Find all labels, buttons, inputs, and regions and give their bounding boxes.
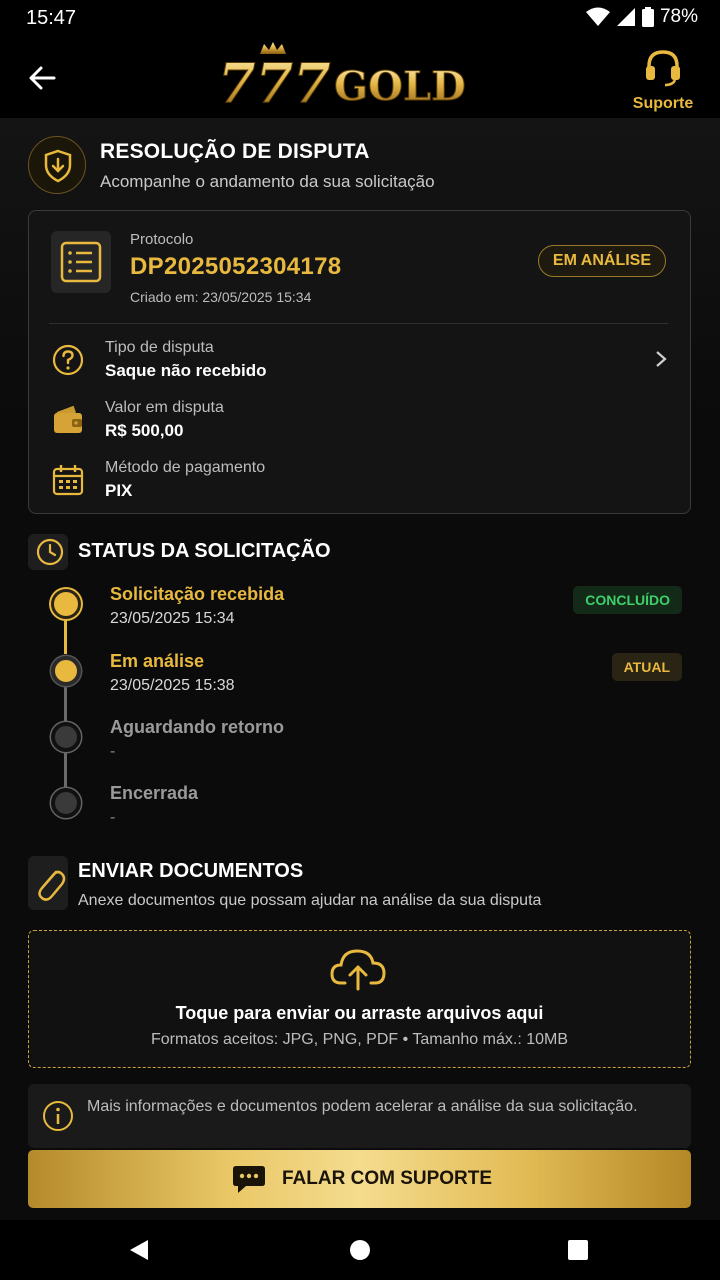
timeline-dot-current	[51, 656, 81, 686]
status-timeline: Solicitação recebida 23/05/2025 15:34 CO…	[28, 578, 688, 828]
battery-icon	[641, 7, 654, 27]
info-circle-icon	[43, 1101, 73, 1131]
step-title: Encerrada	[110, 783, 199, 803]
status-badge: EM ANÁLISE	[537, 245, 666, 277]
nav-recents-icon[interactable]	[566, 1238, 590, 1262]
cloud-upload-icon	[330, 949, 386, 991]
dispute-type-row[interactable]: Tipo de disputa Saque não recebido	[51, 335, 671, 385]
timeline-dot-pending	[51, 788, 81, 818]
nav-back-icon[interactable]	[128, 1238, 152, 1262]
dispute-value-row: Valor em disputa R$ 500,00	[51, 395, 671, 445]
svg-text:GOLD: GOLD	[334, 63, 466, 110]
cta-label: FALAR COM SUPORTE	[282, 1168, 493, 1189]
back-arrow-icon[interactable]	[24, 60, 60, 96]
status-section-title: STATUS DA SOLICITAÇÃO	[78, 540, 331, 562]
upload-title: Toque para enviar ou arraste arquivos aq…	[175, 1003, 544, 1023]
timeline-dot-done	[51, 589, 81, 619]
support-button[interactable]: Suporte	[632, 48, 694, 113]
step-title: Aguardando retorno	[110, 717, 284, 737]
chevron-right-icon	[656, 351, 667, 367]
page-title: RESOLUÇÃO DE DISPUTA	[100, 140, 370, 163]
row-value: PIX	[105, 481, 133, 500]
step-date: -	[110, 809, 116, 826]
support-label: Suporte	[632, 95, 694, 112]
upload-formats: Formatos aceitos: JPG, PNG, PDF • Tamanh…	[151, 1031, 568, 1048]
protocol-card: Protocolo DP2025052304178 Criado em: 23/…	[28, 210, 691, 514]
shield-icon	[28, 136, 86, 194]
upload-dropzone[interactable]: Toque para enviar ou arraste arquivos aq…	[28, 930, 691, 1068]
info-box: Mais informações e documentos podem acel…	[28, 1084, 691, 1148]
step-badge-done: CONCLUÍDO	[573, 586, 682, 614]
protocol-label: Protocolo	[130, 231, 194, 248]
talk-to-support-button[interactable]: FALAR COM SUPORTE	[28, 1150, 691, 1208]
app-logo: 777 GOLD	[216, 40, 480, 116]
step-title: Solicitação recebida	[110, 584, 285, 604]
wifi-icon	[585, 7, 610, 26]
row-label: Valor em disputa	[105, 399, 224, 416]
chat-bubble-icon	[233, 1166, 265, 1193]
paperclip-icon	[28, 856, 68, 910]
headset-icon	[646, 50, 680, 87]
status-icons: 78%	[585, 6, 698, 28]
page-subtitle: Acompanhe o andamento da sua solicitação	[100, 172, 435, 191]
content: RESOLUÇÃO DE DISPUTA Acompanhe o andamen…	[0, 118, 720, 1220]
step-title: Em análise	[110, 651, 205, 671]
step-date: 23/05/2025 15:34	[110, 610, 235, 627]
step-badge-current: ATUAL	[611, 653, 682, 681]
calendar-icon	[52, 465, 84, 496]
row-label: Método de pagamento	[105, 459, 266, 476]
documents-section-title: ENVIAR DOCUMENTOS	[78, 860, 304, 882]
app-bar: 777 GOLD Suporte	[0, 36, 720, 118]
battery-percent: 78%	[659, 6, 698, 27]
row-value: Saque não recebido	[105, 361, 267, 380]
payment-method-row: Método de pagamento PIX	[51, 455, 671, 505]
timeline-dot-pending	[51, 722, 81, 752]
wallet-icon	[54, 405, 82, 433]
signal-icon	[616, 8, 635, 26]
row-value: R$ 500,00	[105, 421, 184, 440]
documents-subtitle: Anexe documentos que possam ajudar na an…	[78, 892, 542, 909]
nav-home-icon[interactable]	[348, 1238, 372, 1262]
protocol-created-date: Criado em: 23/05/2025 15:34	[130, 289, 312, 305]
info-text: Mais informações e documentos podem acel…	[87, 1098, 638, 1115]
clock-icon	[28, 534, 68, 570]
step-date: -	[110, 743, 116, 760]
system-nav-bar	[0, 1220, 720, 1280]
divider	[49, 323, 668, 324]
step-date: 23/05/2025 15:38	[110, 677, 235, 694]
row-label: Tipo de disputa	[105, 339, 214, 356]
question-circle-icon	[52, 344, 84, 376]
page-header: RESOLUÇÃO DE DISPUTA Acompanhe o andamen…	[28, 136, 688, 196]
status-time: 15:47	[26, 7, 77, 29]
protocol-number: DP2025052304178	[130, 253, 342, 280]
svg-text:777: 777	[218, 51, 331, 112]
status-bar: 15:47 78%	[0, 0, 720, 36]
document-list-icon	[51, 231, 111, 293]
